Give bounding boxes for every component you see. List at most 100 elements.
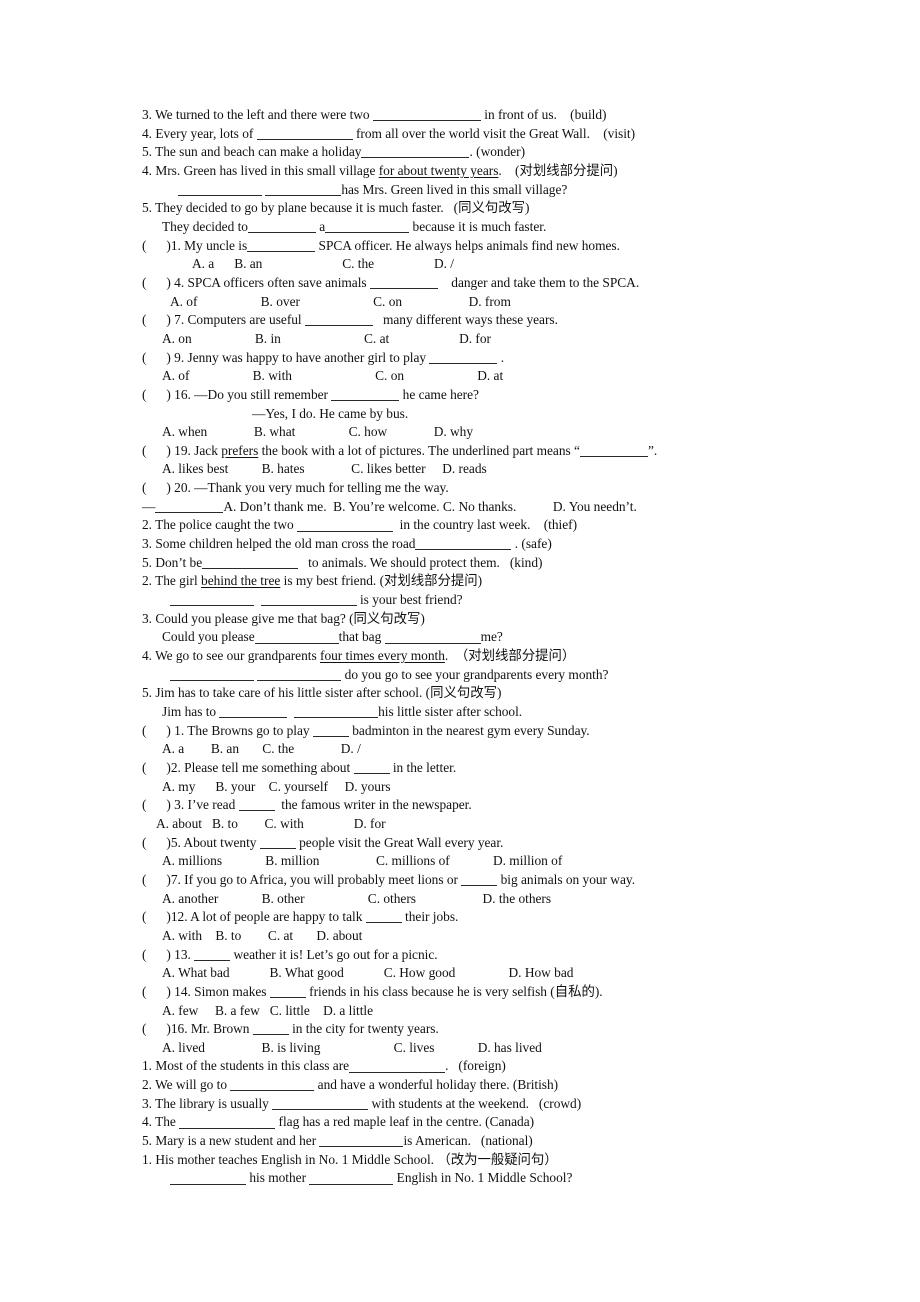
answer-blank[interactable] [319, 1134, 404, 1148]
line-text: in the city for twenty years. [288, 1021, 439, 1037]
answer-blank[interactable] [312, 723, 349, 737]
line-text: 3. Some children helped the old man cros… [142, 536, 416, 552]
answer-blank[interactable] [361, 145, 470, 159]
answer-blank[interactable] [331, 388, 400, 401]
answer-blank[interactable] [309, 1171, 394, 1185]
worksheet-line: ( ) 4. SPCA officers often save animals … [142, 274, 802, 293]
line-text: . (safe) [511, 536, 552, 552]
line-text: A. a B. an C. the D. / [192, 256, 454, 272]
underlined-phrase: prefers [221, 442, 259, 458]
worksheet-line: 5. Mary is a new student and her is Amer… [142, 1132, 802, 1151]
answer-blank[interactable] [260, 593, 357, 607]
answer-blank[interactable] [179, 1115, 276, 1129]
line-text: . (对划线部分提问) [498, 162, 618, 178]
answer-blank[interactable] [238, 798, 275, 812]
line-text: their jobs. [401, 909, 459, 925]
line-text: ( )2. Please tell me something about [142, 759, 354, 775]
answer-blank[interactable] [194, 947, 231, 961]
worksheet-line: —Yes, I do. He came by bus. [142, 405, 802, 424]
answer-blank[interactable] [219, 705, 288, 719]
answer-blank[interactable] [294, 705, 379, 719]
answer-blank[interactable] [170, 1171, 246, 1185]
line-text: has Mrs. Green lived in this small villa… [341, 181, 568, 197]
line-text: 4. We go to see our grandparents [142, 648, 320, 664]
answer-blank[interactable] [170, 668, 254, 681]
line-text: . [497, 349, 505, 365]
worksheet-line: A. a B. an C. the D. / [142, 740, 802, 759]
line-text [287, 704, 294, 719]
line-text: ( )5. About twenty [142, 834, 260, 850]
line-text: SPCA officer. He always helps animals fi… [315, 237, 620, 253]
answer-blank[interactable] [272, 1097, 369, 1110]
worksheet-line: 3. Could you please give me that bag? (同… [142, 610, 802, 629]
worksheet-line: 3. The library is usually with students … [142, 1095, 802, 1114]
line-text: A. a B. an C. the D. / [162, 741, 361, 757]
answer-blank[interactable] [257, 668, 342, 681]
worksheet-line: 1. His mother teaches English in No. 1 M… [142, 1151, 802, 1170]
line-text: A. Don’t thank me. B. You’re welcome. C.… [223, 498, 637, 514]
worksheet-line: 3. We turned to the left and there were … [142, 106, 802, 125]
answer-blank[interactable] [269, 985, 306, 998]
worksheet-line: 4. The flag has a red maple leaf in the … [142, 1113, 802, 1132]
worksheet-line: 4. We go to see our grandparents four ti… [142, 647, 802, 666]
line-text: 5. Mary is a new student and her [142, 1133, 320, 1149]
answer-blank[interactable] [372, 108, 481, 122]
answer-blank[interactable] [265, 182, 342, 196]
answer-blank[interactable] [415, 537, 512, 551]
answer-blank[interactable] [429, 350, 498, 364]
line-text: people visit the Great Wall every year. [295, 834, 504, 850]
line-text: A. lived B. is living C. lives D. has li… [162, 1039, 542, 1055]
line-text: 1. His mother teaches English in No. 1 M… [142, 1151, 558, 1167]
answer-blank[interactable] [170, 593, 254, 607]
worksheet-line: ( ) 1. The Browns go to play badminton i… [142, 722, 802, 741]
answer-blank[interactable] [259, 835, 296, 849]
worksheet-line: ( ) 7. Computers are useful many differe… [142, 311, 802, 330]
worksheet-line: ( ) 3. I’ve read the famous writer in th… [142, 796, 802, 815]
answer-blank[interactable] [178, 182, 262, 196]
line-text: his mother [246, 1170, 310, 1186]
worksheet-line: 5. Don’t be to animals. We should protec… [142, 554, 802, 573]
line-text: ( ) 9. Jenny was happy to have another g… [142, 349, 430, 365]
answer-blank[interactable] [384, 630, 481, 644]
answer-blank[interactable] [325, 220, 410, 234]
line-text: friends in his class because he is very … [305, 983, 603, 999]
line-text: . (foreign) [445, 1058, 506, 1074]
answer-blank[interactable] [365, 910, 402, 924]
worksheet-line: ( )7. If you go to Africa, you will prob… [142, 871, 802, 890]
line-text: ( ) 19. Jack [142, 442, 222, 458]
line-text: in front of us. (build) [480, 107, 607, 122]
line-text: flag has a red maple leaf in the centre.… [275, 1114, 535, 1130]
answer-blank[interactable] [369, 276, 438, 290]
worksheet-line: Could you please that bag me? [142, 628, 802, 647]
answer-blank[interactable] [349, 1059, 446, 1073]
answer-blank[interactable] [247, 238, 316, 252]
worksheet-line: ( ) 16. —Do you still remember he came h… [142, 386, 802, 405]
line-text: They decided to [162, 218, 248, 234]
line-text: 5. The sun and beach can make a holiday [142, 144, 362, 160]
answer-blank[interactable] [461, 873, 498, 887]
answer-blank[interactable] [254, 630, 339, 644]
answer-blank[interactable] [230, 1078, 315, 1092]
worksheet-line: A. likes best B. hates C. likes better D… [142, 460, 802, 479]
line-text: he came here? [399, 386, 479, 402]
line-text: A. another B. other C. others D. the oth… [162, 890, 552, 906]
answer-blank[interactable] [296, 518, 393, 532]
answer-blank[interactable] [202, 556, 299, 569]
answer-blank[interactable] [353, 761, 390, 775]
line-text: ( )1. My uncle is [142, 237, 248, 253]
line-text: ( )7. If you go to Africa, you will prob… [142, 871, 462, 887]
answer-blank[interactable] [247, 220, 316, 234]
line-text: ( )16. Mr. Brown [142, 1021, 253, 1037]
line-text: me? [480, 629, 503, 645]
answer-blank[interactable] [579, 444, 648, 457]
worksheet-line: They decided to a because it is much fas… [142, 218, 802, 237]
line-text: 5. Don’t be [142, 554, 203, 570]
line-text: the famous writer in the newspaper. [274, 797, 472, 813]
line-text: 3. We turned to the left and there were … [142, 107, 373, 122]
answer-blank[interactable] [155, 500, 224, 513]
answer-blank[interactable] [304, 313, 373, 327]
line-text: A. with B. to C. at D. about [162, 927, 363, 943]
line-text: in the letter. [389, 759, 457, 775]
answer-blank[interactable] [252, 1022, 289, 1036]
answer-blank[interactable] [256, 126, 353, 140]
